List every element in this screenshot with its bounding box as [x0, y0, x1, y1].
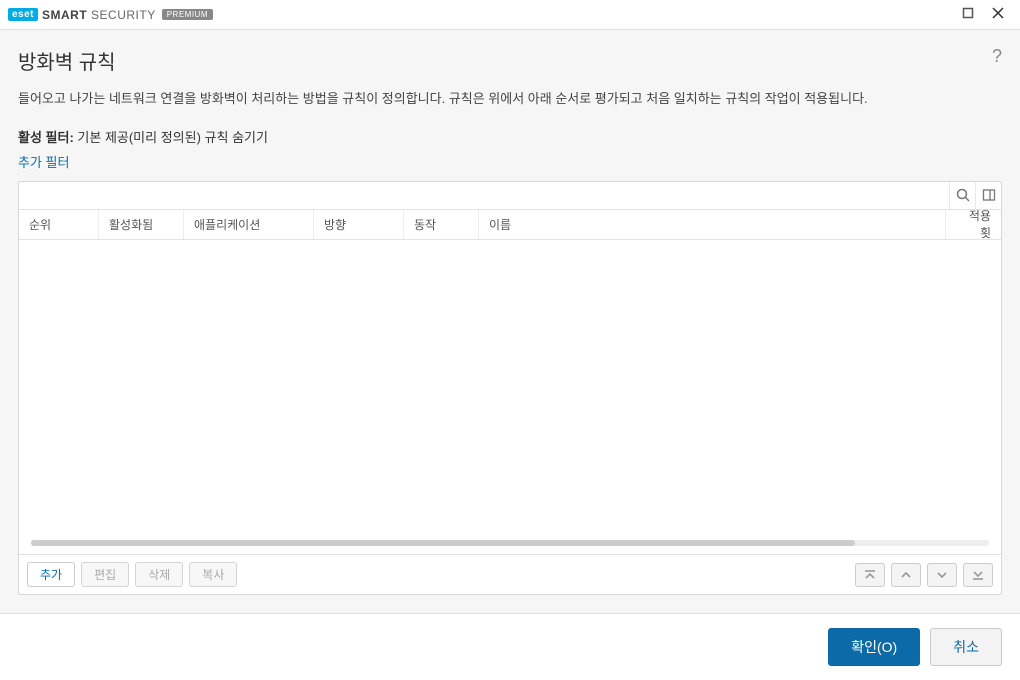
ok-button[interactable]: 확인(O) [828, 628, 920, 666]
move-top-button[interactable] [855, 563, 885, 587]
columns-icon[interactable] [975, 182, 1001, 209]
brand: eset SMART SECURITY PREMIUM [8, 8, 213, 22]
rules-table: 순위 활성화됨 애플리케이션 방향 동작 이름 적용 횟 추가 편집 삭제 복사 [18, 181, 1002, 596]
col-application[interactable]: 애플리케이션 [184, 210, 314, 239]
col-enabled[interactable]: 활성화됨 [99, 210, 184, 239]
cancel-button[interactable]: 취소 [930, 628, 1002, 666]
delete-button[interactable]: 삭제 [135, 562, 183, 587]
brand-logo: eset [8, 8, 38, 21]
content-area: 방화벽 규칙 ? 들어오고 나가는 네트워크 연결을 방화벽이 처리하는 방법을… [0, 30, 1020, 613]
active-filter-line: 활성 필터: 기본 제공(미리 정의된) 규칙 숨기기 [18, 127, 1002, 146]
col-hits[interactable]: 적용 횟 [946, 210, 1001, 239]
page-title: 방화벽 규칙 [18, 46, 992, 75]
col-direction[interactable]: 방향 [314, 210, 404, 239]
window-controls [962, 7, 1012, 22]
search-icon[interactable] [949, 182, 975, 209]
brand-name-left: SMART [42, 8, 87, 22]
horizontal-scrollbar-thumb[interactable] [31, 540, 855, 546]
filter-value: 기본 제공(미리 정의된) 규칙 숨기기 [77, 130, 268, 145]
search-row [19, 182, 1001, 210]
move-up-button[interactable] [891, 563, 921, 587]
brand-product-name: SMART SECURITY [42, 8, 156, 22]
table-actions: 추가 편집 삭제 복사 [19, 554, 1001, 594]
titlebar: eset SMART SECURITY PREMIUM [0, 0, 1020, 30]
col-priority[interactable]: 순위 [19, 210, 99, 239]
maximize-icon[interactable] [962, 7, 974, 22]
page-description: 들어오고 나가는 네트워크 연결을 방화벽이 처리하는 방법을 규칙이 정의합니… [18, 89, 1002, 109]
add-button[interactable]: 추가 [27, 562, 75, 587]
horizontal-scrollbar[interactable] [31, 540, 989, 546]
edit-button[interactable]: 편집 [81, 562, 129, 587]
filter-label: 활성 필터: [18, 130, 74, 145]
brand-tier-badge: PREMIUM [162, 9, 213, 20]
search-input[interactable] [19, 182, 949, 209]
close-icon[interactable] [992, 7, 1004, 22]
table-header: 순위 활성화됨 애플리케이션 방향 동작 이름 적용 횟 [19, 210, 1001, 240]
dialog-footer: 확인(O) 취소 [0, 613, 1020, 680]
col-name[interactable]: 이름 [479, 210, 946, 239]
move-bottom-button[interactable] [963, 563, 993, 587]
help-icon[interactable]: ? [992, 46, 1002, 67]
col-action[interactable]: 동작 [404, 210, 479, 239]
brand-name-right: SECURITY [91, 8, 156, 22]
header-row: 방화벽 규칙 ? [18, 46, 1002, 75]
add-filter-link[interactable]: 추가 필터 [18, 152, 1002, 171]
table-body[interactable] [19, 240, 1001, 555]
copy-button[interactable]: 복사 [189, 562, 237, 587]
move-down-button[interactable] [927, 563, 957, 587]
